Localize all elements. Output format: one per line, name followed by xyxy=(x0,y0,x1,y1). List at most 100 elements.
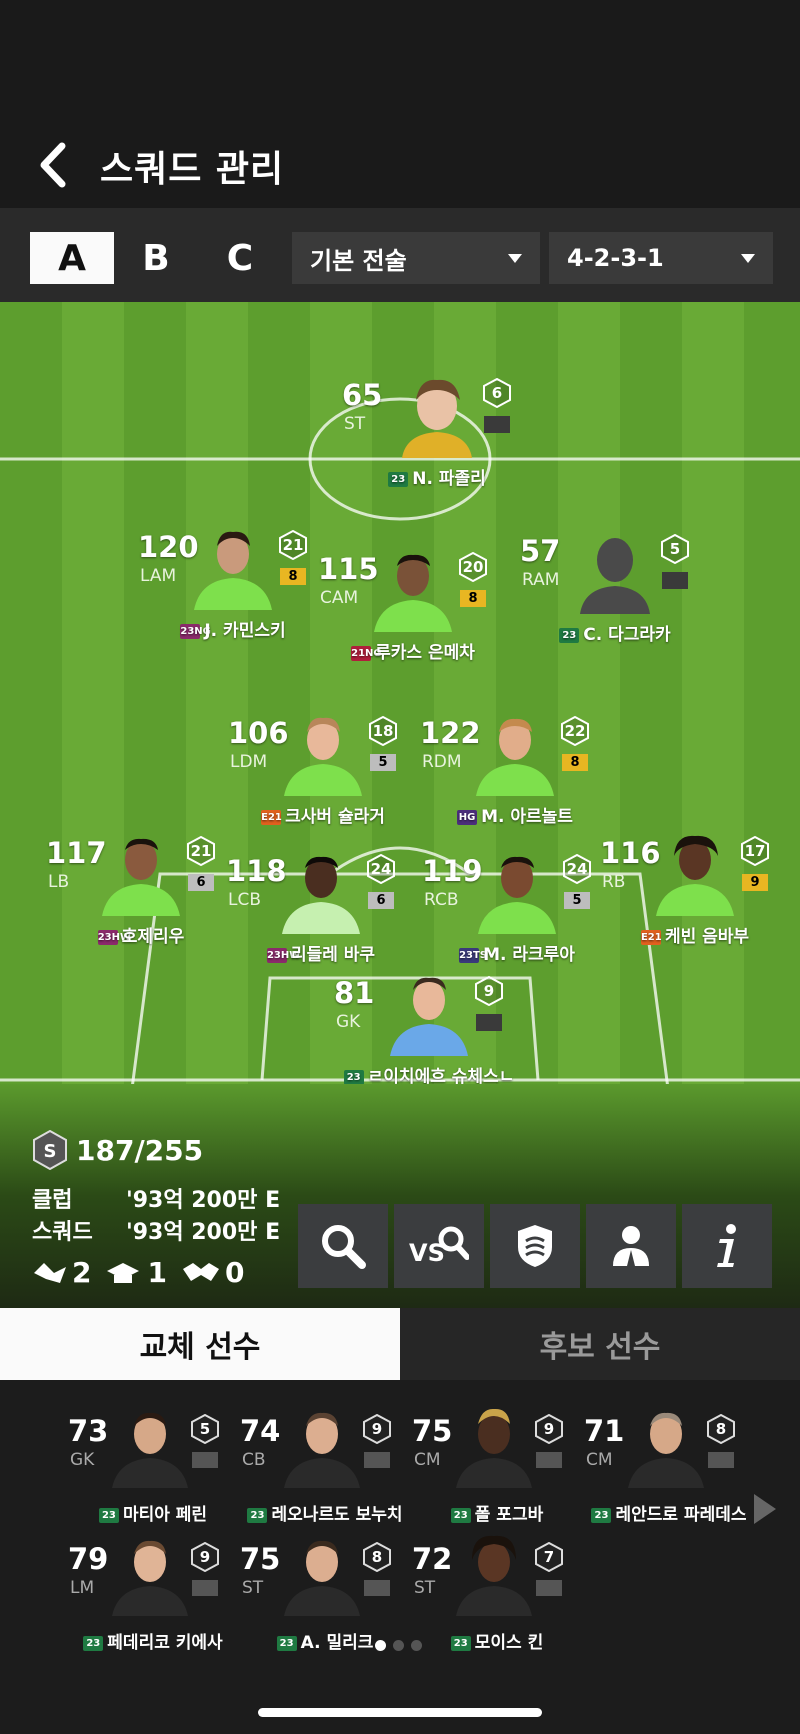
player-portrait-icon xyxy=(390,977,468,1056)
page-dot[interactable] xyxy=(411,1640,422,1651)
tab-squad-c[interactable]: C xyxy=(198,232,282,284)
season-badge: 23HW xyxy=(266,947,301,963)
player-card-rcb[interactable]: 119 RCB 24 5 23TSM. 라크루아 xyxy=(422,853,612,974)
level-badge: 9 xyxy=(474,975,504,1007)
player-card-cam[interactable]: 115 CAM 20 8 21NG루카스 은메차 xyxy=(318,551,508,672)
level-badge: 20 xyxy=(458,551,488,583)
player-name: 23 폴 포그바 xyxy=(402,1500,592,1525)
bench-player-card[interactable]: 75 CM 9 23 폴 포그바 xyxy=(412,1408,582,1525)
tab-squad-b[interactable]: B xyxy=(114,232,198,284)
bench-player-card[interactable]: 72 ST 7 23 모이스 킨 xyxy=(412,1535,582,1653)
player-card-ram[interactable]: 57 RAM 5 23 C. 다그라카 xyxy=(520,533,710,654)
formation-dropdown-label: 4-2-3-1 xyxy=(567,244,664,272)
grade-badge: 9 xyxy=(742,874,768,891)
level-badge: 6 xyxy=(482,377,512,409)
page-dot[interactable] xyxy=(393,1640,404,1651)
bench-player-card[interactable]: 75 ST 8 23 A. 밀리크 xyxy=(240,1540,410,1653)
next-page-arrow[interactable] xyxy=(752,1492,778,1526)
grade-badge: 5 xyxy=(564,892,590,909)
player-portrait-icon xyxy=(112,1540,188,1616)
grade-badge xyxy=(708,1452,734,1468)
grade-badge: 8 xyxy=(562,754,588,771)
tab-reserves[interactable]: 후보 선수 xyxy=(400,1308,800,1380)
player-position: CM xyxy=(414,1450,441,1470)
level-badge: 9 xyxy=(190,1541,220,1573)
bench-player-card[interactable]: 74 CB 9 23 레오나르도 보누치 xyxy=(240,1412,410,1525)
vs-search-icon: VS xyxy=(409,1226,469,1267)
level-badge: 18 xyxy=(368,715,398,747)
tactic-dropdown[interactable]: 기본 전술 xyxy=(292,232,540,284)
team-color-button[interactable] xyxy=(490,1204,580,1288)
bench-player-card[interactable]: 73 GK 5 23 마티아 페린 xyxy=(68,1412,238,1525)
compare-button[interactable]: VS xyxy=(394,1204,484,1288)
level-badge: 9 xyxy=(534,1413,564,1445)
player-card-rdm[interactable]: 122 RDM 22 8 HG M. 아르놀트 xyxy=(420,715,610,836)
player-portrait-icon xyxy=(112,1412,188,1488)
season-badge: 23 xyxy=(450,1635,471,1651)
player-card-st[interactable]: 65 ST 6 23 N. 파졸리 xyxy=(342,377,532,498)
player-card-lb[interactable]: 117 LB 21 6 23HW호제리우 xyxy=(46,835,236,956)
player-portrait-icon xyxy=(476,718,554,796)
grade-badge xyxy=(364,1452,390,1468)
player-portrait-icon xyxy=(402,379,472,458)
season-badge: E21 xyxy=(261,809,282,825)
bench-player-card[interactable]: 71 CM 8 23 레안드로 파레데스 xyxy=(584,1412,754,1525)
grade-badge: 8 xyxy=(460,590,486,607)
player-position: LM xyxy=(70,1578,95,1598)
formation-dropdown[interactable]: 4-2-3-1 xyxy=(549,232,773,284)
tab-substitutes[interactable]: 교체 선수 xyxy=(0,1308,400,1380)
player-name: 23 레오나르도 보누치 xyxy=(230,1500,420,1525)
search-button[interactable] xyxy=(298,1204,388,1288)
level-badge: 9 xyxy=(362,1413,392,1445)
salary-cap-icon: S xyxy=(33,1130,67,1170)
player-position: RDM xyxy=(422,752,462,772)
tab-squad-a[interactable]: A xyxy=(30,232,114,284)
player-card-ldm[interactable]: 106 LDM 18 5 E21 크사버 슐라거 xyxy=(228,715,418,836)
player-position: RB xyxy=(602,872,626,892)
season-badge: 21NG xyxy=(351,645,382,661)
player-name: E21 케빈 음바부 xyxy=(640,927,750,947)
player-ovr: 73 xyxy=(68,1414,109,1448)
player-card-rb[interactable]: 116 RB 17 9 E21 케빈 음바부 xyxy=(600,835,790,956)
level-badge: 24 xyxy=(366,853,396,885)
season-badge: HG xyxy=(457,809,478,825)
grade-badge xyxy=(192,1452,218,1468)
player-name: 23HW호제리우 xyxy=(97,927,185,947)
player-portrait-icon xyxy=(456,1408,532,1488)
player-name: HG M. 아르놀트 xyxy=(457,807,573,827)
player-portrait-icon xyxy=(284,1412,360,1488)
player-card-lam[interactable]: 120 LAM 21 8 23NGJ. 카민스키 xyxy=(138,529,328,650)
player-portrait-icon xyxy=(374,554,452,632)
player-card-gk[interactable]: 81 GK 9 23 ㄹ이치에흐 슈체스ㄴ xyxy=(334,975,524,1096)
player-card-lcb[interactable]: 118 LCB 24 6 23HW리들레 바쿠 xyxy=(226,853,416,974)
level-badge: 24 xyxy=(562,853,592,885)
season-badge: 23 xyxy=(591,1507,612,1523)
level-badge: 17 xyxy=(740,835,770,867)
grade-badge xyxy=(484,416,510,433)
bench-player-card[interactable]: 79 LM 9 23 페데리코 키에사 xyxy=(68,1540,238,1653)
level-badge: 21 xyxy=(278,529,308,561)
handshake-icon xyxy=(182,1262,219,1281)
grade-badge xyxy=(662,572,688,589)
manager-button[interactable] xyxy=(586,1204,676,1288)
level-badge: 8 xyxy=(706,1413,736,1445)
season-badge: 23 xyxy=(388,471,409,487)
caret-down-icon xyxy=(508,253,522,263)
player-position: RAM xyxy=(522,570,560,590)
svg-text:S: S xyxy=(44,1141,57,1162)
info-button[interactable] xyxy=(682,1204,772,1288)
player-position: LAM xyxy=(140,566,177,586)
tactic-dropdown-label: 기본 전술 xyxy=(310,246,407,275)
grade-badge: 6 xyxy=(188,874,214,891)
player-name: 23TSM. 라크루아 xyxy=(459,945,575,965)
player-portrait-icon xyxy=(478,856,556,934)
back-arrow-icon[interactable] xyxy=(34,140,74,190)
player-position: RCB xyxy=(424,890,459,910)
season-badge: 23TS xyxy=(459,947,488,963)
player-portrait-icon xyxy=(628,1412,704,1488)
play-arrow-icon xyxy=(754,1494,776,1524)
player-ovr: 75 xyxy=(412,1414,453,1448)
team-stats-row: 2 1 0 xyxy=(32,1256,244,1289)
page-dot-active[interactable] xyxy=(375,1640,386,1651)
player-ovr: 71 xyxy=(584,1414,625,1448)
